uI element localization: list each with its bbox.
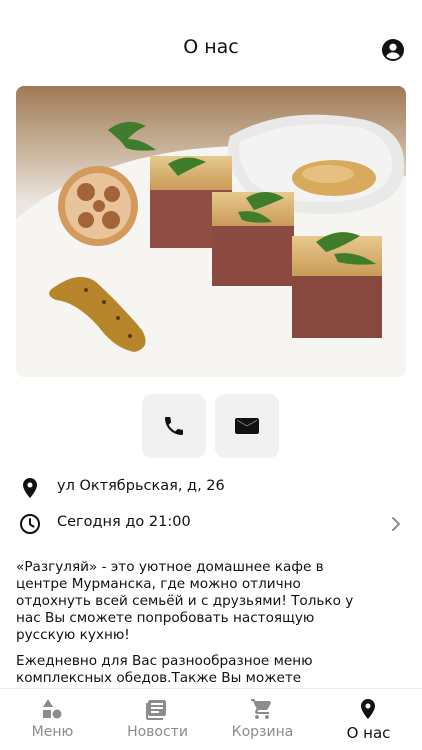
- newspaper-icon: [146, 700, 166, 720]
- tab-cart-label: Корзина: [231, 724, 294, 740]
- call-button[interactable]: [142, 394, 206, 458]
- description-paragraph: «Разгуляй» - это уютное домашнее кафе в …: [16, 559, 354, 643]
- app-header: О нас: [0, 0, 422, 86]
- contact-actions: [0, 394, 422, 458]
- address-row[interactable]: ул Октябрьская, д, 26: [0, 472, 422, 504]
- phone-icon: [165, 417, 183, 435]
- mail-icon: [235, 418, 259, 434]
- clock-icon: [20, 514, 40, 534]
- tab-menu-label: Меню: [31, 724, 74, 740]
- bottom-tab-bar: Меню Новости Корзина О нас: [0, 688, 422, 750]
- opening-hours-row[interactable]: Сегодня до 21:00: [0, 508, 422, 540]
- tab-cart[interactable]: Корзина: [210, 689, 315, 750]
- shopping-cart-icon: [251, 699, 272, 719]
- location-pin-icon: [23, 478, 37, 498]
- category-shapes-icon: [43, 699, 62, 719]
- opening-hours-text: Сегодня до 21:00: [57, 514, 191, 530]
- address-text: ул Октябрьская, д, 26: [57, 478, 225, 494]
- chevron-right-icon: [392, 517, 400, 531]
- description-paragraph: Ежедневно для Вас разнообразное меню ком…: [16, 653, 313, 689]
- about-description: «Разгуляй» - это уютное домашнее кафе в …: [16, 559, 368, 689]
- tab-about-label: О нас: [346, 724, 391, 742]
- cafe-dish-photo: [16, 86, 406, 377]
- tab-news[interactable]: Новости: [105, 689, 210, 750]
- tab-about[interactable]: О нас: [316, 689, 421, 750]
- email-button[interactable]: [215, 394, 279, 458]
- account-circle-icon[interactable]: [381, 38, 405, 62]
- tab-menu[interactable]: Меню: [0, 689, 105, 750]
- page-title: О нас: [183, 36, 239, 58]
- tab-news-label: Новости: [127, 724, 188, 740]
- location-pin-icon: [361, 699, 375, 719]
